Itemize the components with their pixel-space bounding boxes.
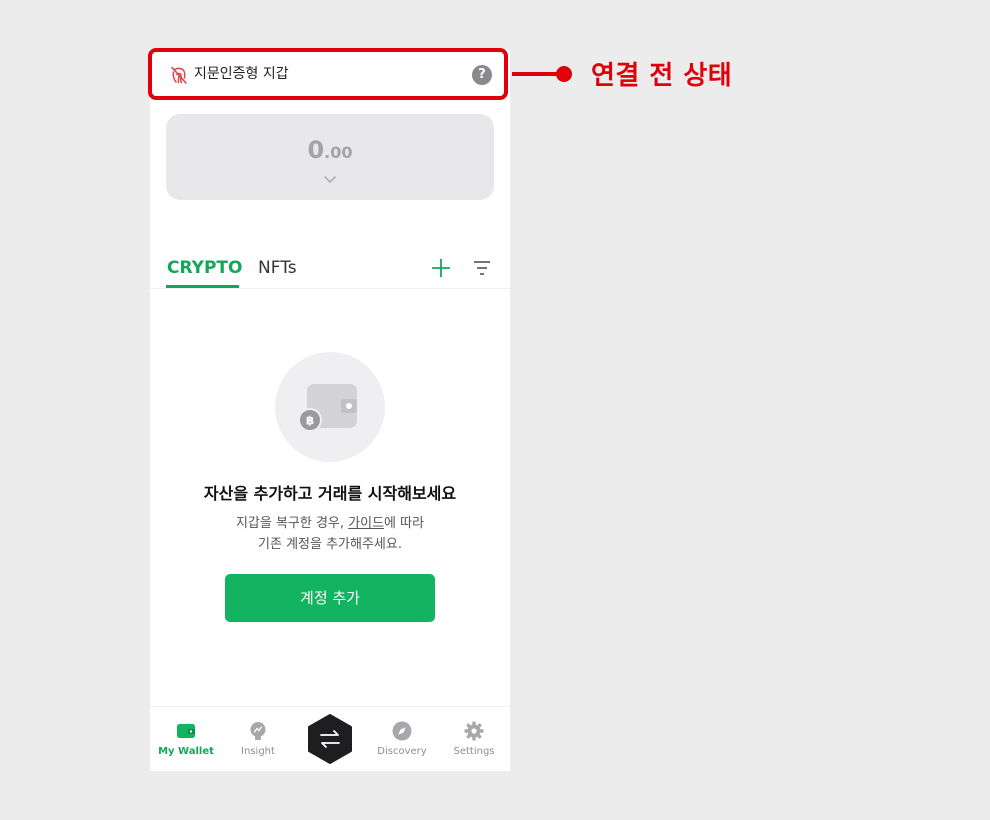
nav-item-settings[interactable]: Settings <box>438 707 510 771</box>
desc-suffix: 에 따라 <box>384 516 425 531</box>
callout-dot <box>556 66 572 82</box>
balance-integer: 0 <box>307 136 325 164</box>
empty-wallet-illustration: ฿ <box>275 352 385 462</box>
svg-text:฿: ฿ <box>306 414 314 428</box>
guide-link[interactable]: 가이드 <box>348 516 384 531</box>
nav-label: My Wallet <box>158 746 214 757</box>
add-account-button[interactable]: 계정 추가 <box>225 574 435 622</box>
desc-prefix: 지갑을 복구한 경우, <box>235 516 349 531</box>
bottom-nav: My Wallet Insight Discovery Settings <box>150 706 510 771</box>
empty-state-title: 자산을 추가하고 거래를 시작해보세요 <box>203 484 457 503</box>
highlight-box <box>148 48 508 100</box>
balance-card[interactable]: 0.00 <box>166 114 494 200</box>
callout-label: 연결 전 상태 <box>591 61 733 91</box>
compass-icon <box>392 721 412 741</box>
chevron-down-icon[interactable] <box>323 174 337 184</box>
nav-label: Insight <box>241 746 275 757</box>
nav-item-insight[interactable]: Insight <box>222 707 294 771</box>
swap-button[interactable] <box>305 714 355 764</box>
desc-line2: 기존 계정을 추가해주세요. <box>258 537 402 552</box>
wallet-bitcoin-icon: ฿ <box>298 384 357 432</box>
nav-label: Settings <box>453 746 495 757</box>
wallet-icon <box>177 724 195 738</box>
balance-decimal: .00 <box>324 143 353 162</box>
nav-item-my-wallet[interactable]: My Wallet <box>150 707 222 771</box>
tab-crypto[interactable]: CRYPTO <box>167 258 242 278</box>
tab-nfts[interactable]: NFTs <box>258 258 297 278</box>
wallet-screen: 지문인증형 지갑 ? 0.00 CRYPTO NFTs ฿ 자산을 추가하고 거… <box>150 50 510 771</box>
filter-icon[interactable] <box>472 259 492 277</box>
active-tab-indicator <box>166 285 239 288</box>
callout-line <box>512 72 562 76</box>
nav-label: Discovery <box>377 746 427 757</box>
balance-value: 0.00 <box>166 136 494 164</box>
lightbulb-icon <box>250 722 266 740</box>
empty-state-description: 지갑을 복구한 경우, 가이드에 따라 기존 계정을 추가해주세요. <box>150 513 510 555</box>
gear-icon <box>464 721 484 741</box>
nav-item-discovery[interactable]: Discovery <box>366 707 438 771</box>
plus-icon[interactable] <box>431 258 451 278</box>
asset-tabs: CRYPTO NFTs <box>150 250 510 289</box>
swap-icon <box>308 714 352 764</box>
